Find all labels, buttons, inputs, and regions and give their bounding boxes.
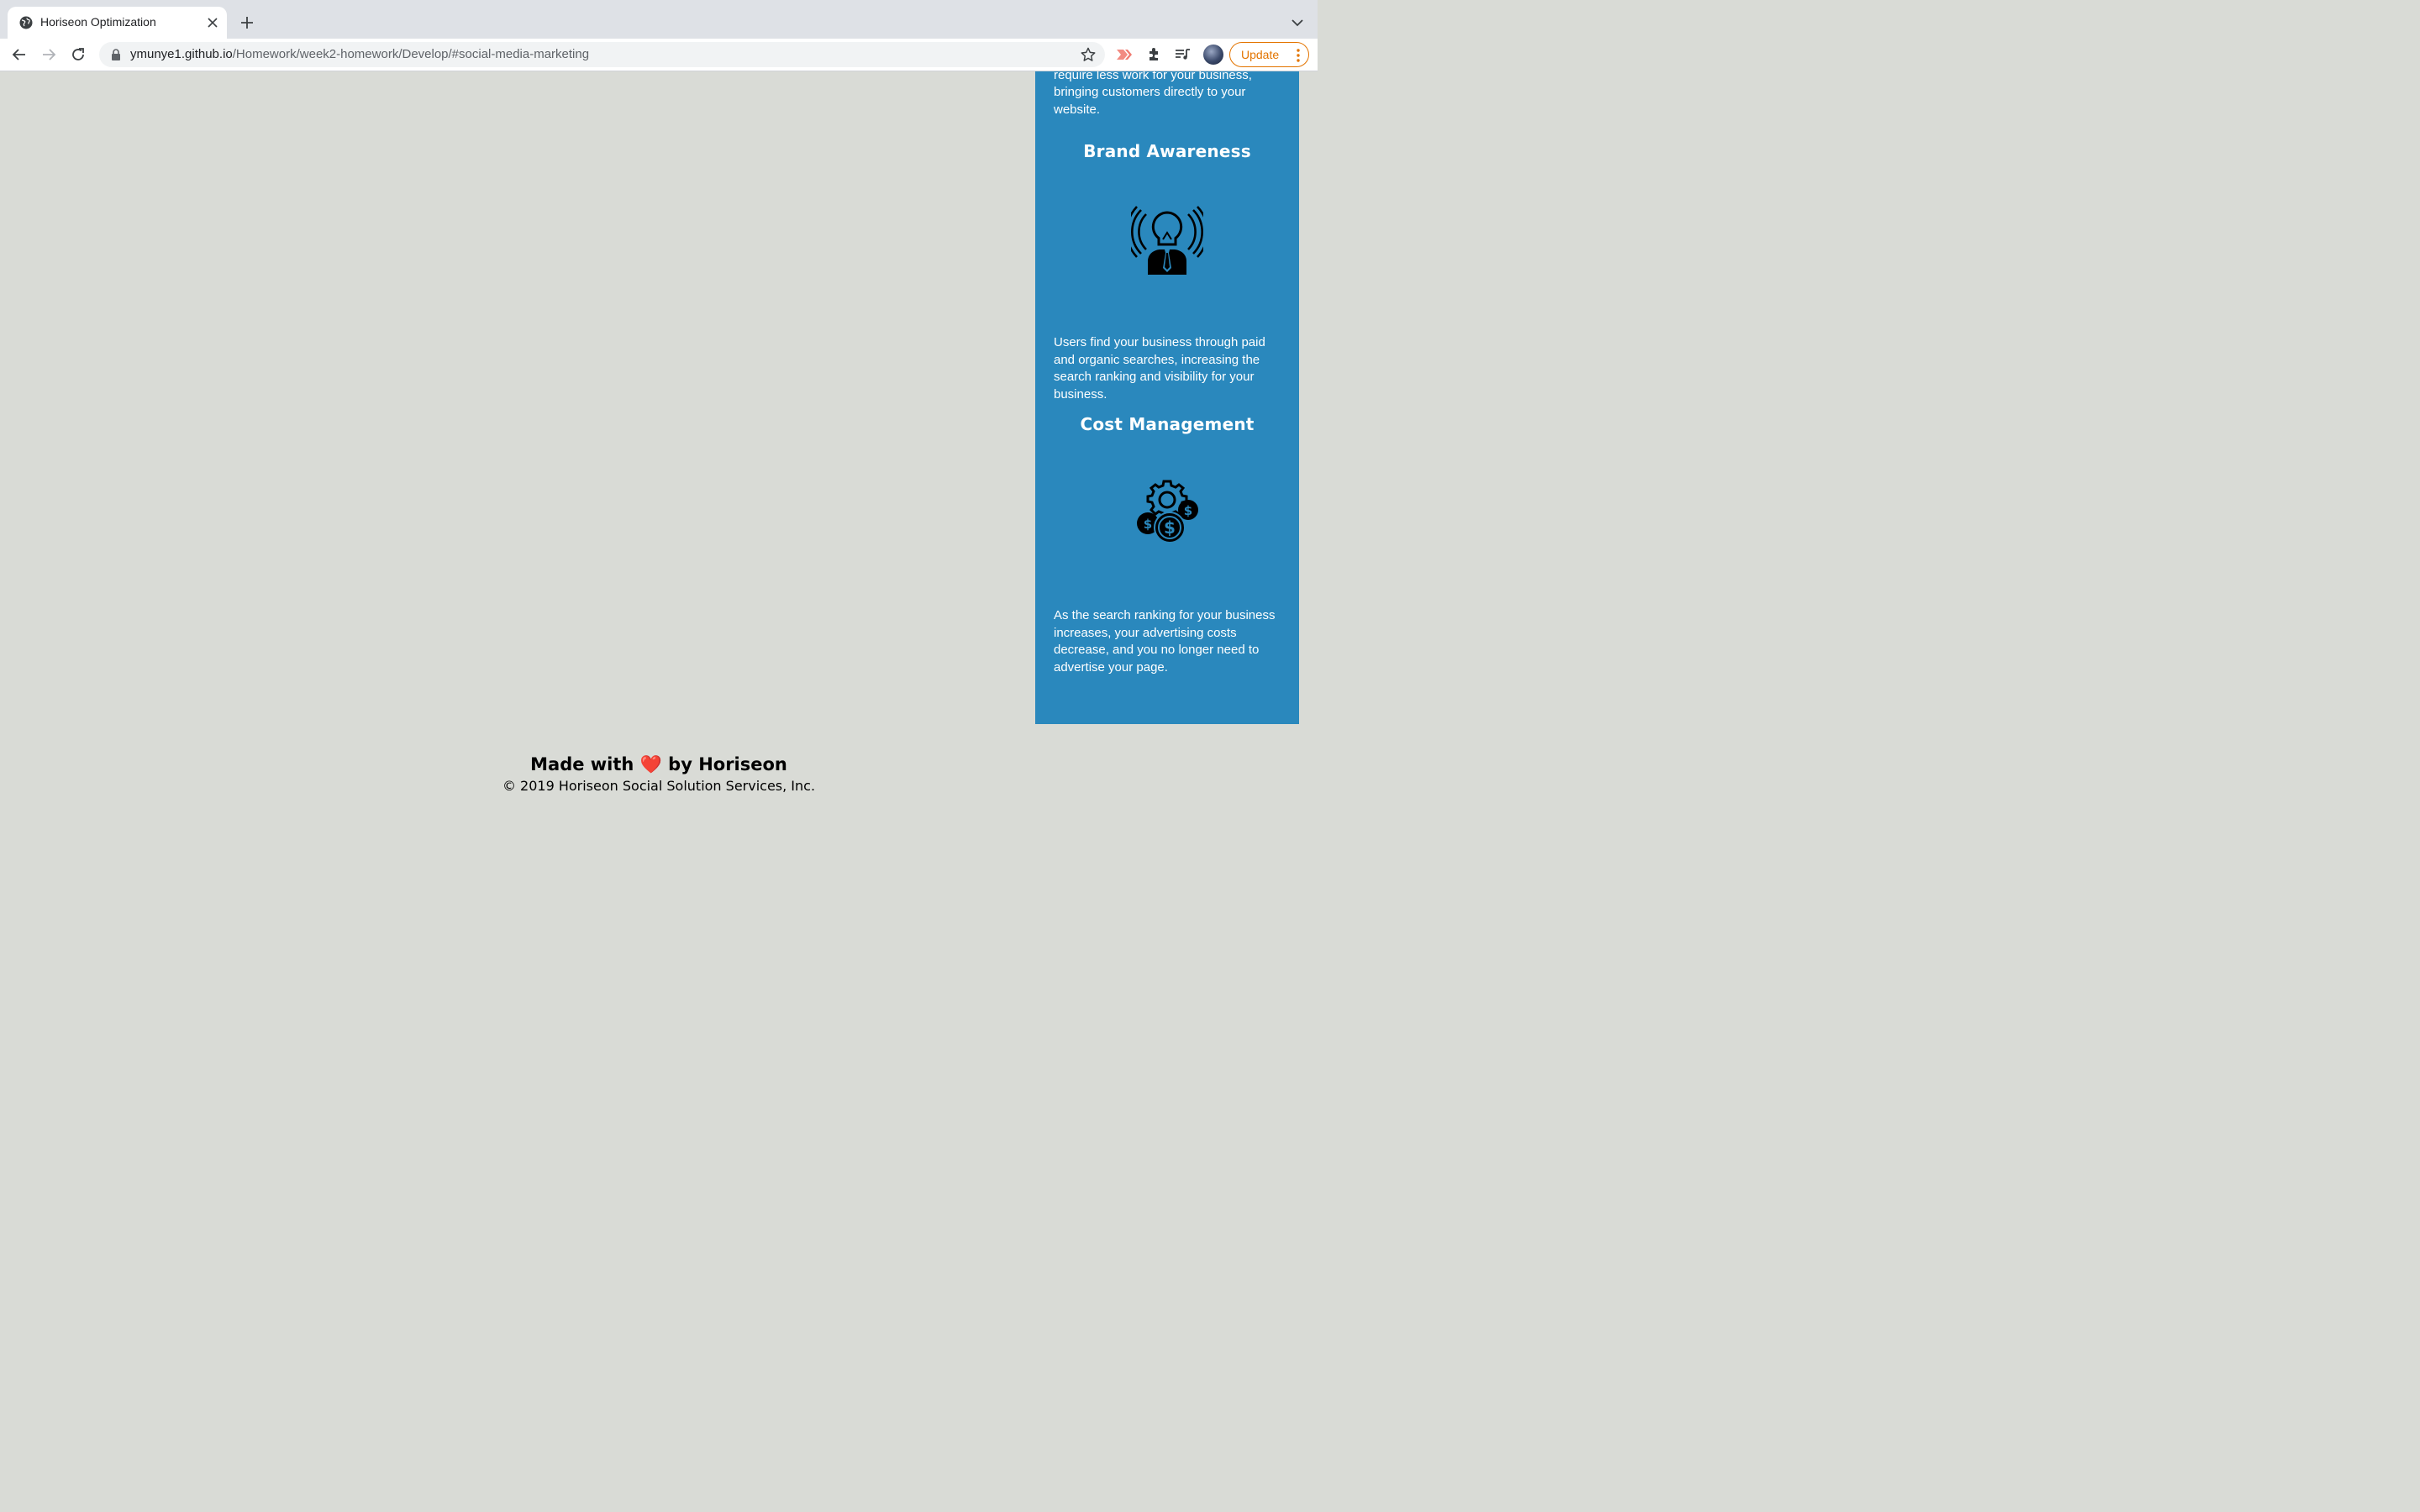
tab-search-button[interactable]: [1287, 13, 1307, 33]
footer-copyright: © 2019 Horiseon Social Solution Services…: [502, 778, 816, 794]
profile-avatar[interactable]: [1203, 45, 1223, 65]
browser-toolbar: ymunye1.github.io/Homework/week2-homewor…: [0, 39, 1318, 71]
forward-button[interactable]: [39, 45, 59, 65]
page-footer: Made with ❤️ by Horiseon © 2019 Horiseon…: [0, 752, 1318, 795]
cost-management-gear-dollar-icon: $ $ $: [1137, 480, 1198, 543]
cost-management-text: As the search ranking for your business …: [1054, 608, 1276, 675]
footer-by-horiseon: by Horiseon: [668, 754, 787, 774]
update-button[interactable]: Update: [1229, 42, 1309, 67]
svg-text:$: $: [1144, 517, 1152, 532]
url-host: ymunye1.github.io: [130, 47, 233, 61]
svg-text:$: $: [1164, 517, 1176, 538]
video-extension-icon[interactable]: [1115, 45, 1134, 64]
reload-icon: [72, 48, 84, 60]
svg-text:$: $: [1184, 503, 1192, 518]
cost-management-heading: Cost Management: [1080, 414, 1255, 434]
chevron-down-icon: [1292, 19, 1303, 27]
benefits-sidebar: Inbound strategies for lead generation r…: [1035, 71, 1299, 724]
bookmark-star-icon[interactable]: [1080, 46, 1097, 63]
globe-icon: [19, 16, 33, 29]
arrow-left-icon: [12, 49, 25, 60]
more-vert-icon: [1297, 49, 1300, 62]
brand-awareness-heading: Brand Awareness: [1083, 141, 1251, 161]
plus-icon: [241, 17, 253, 29]
address-bar[interactable]: ymunye1.github.io/Homework/week2-homewor…: [99, 42, 1105, 67]
media-control-icon[interactable]: [1174, 45, 1192, 64]
close-tab-icon[interactable]: [205, 15, 220, 30]
tab-strip: Horiseon Optimization: [0, 0, 1318, 39]
page-content: Inbound strategies for lead generation r…: [0, 71, 1318, 823]
brand-awareness-text: Users find your business through paid an…: [1054, 335, 1265, 402]
back-button[interactable]: [9, 45, 29, 65]
url-text[interactable]: ymunye1.github.io/Homework/week2-homewor…: [130, 47, 589, 61]
update-label: Update: [1241, 48, 1280, 61]
puzzle-extensions-icon[interactable]: [1145, 45, 1164, 64]
heart-icon: ❤️: [639, 754, 662, 774]
footer-title: Made with ❤️ by Horiseon: [0, 752, 1318, 777]
arrow-right-icon: [43, 49, 56, 60]
tab-active[interactable]: Horiseon Optimization: [8, 7, 227, 39]
new-tab-button[interactable]: [237, 13, 257, 33]
url-path: /Homework/week2-homework/Develop/#social…: [232, 47, 590, 61]
reload-button[interactable]: [68, 45, 88, 65]
lock-icon: [112, 49, 120, 60]
tab-title: Horiseon Optimization: [40, 15, 156, 29]
footer-made-with: Made with: [530, 754, 634, 774]
lead-generation-text: Inbound strategies for lead generation r…: [1054, 71, 1252, 117]
brand-awareness-lightbulb-icon: [1131, 206, 1203, 275]
browser-window: Horiseon Optimization ymunye1.github.io/…: [0, 0, 1318, 823]
